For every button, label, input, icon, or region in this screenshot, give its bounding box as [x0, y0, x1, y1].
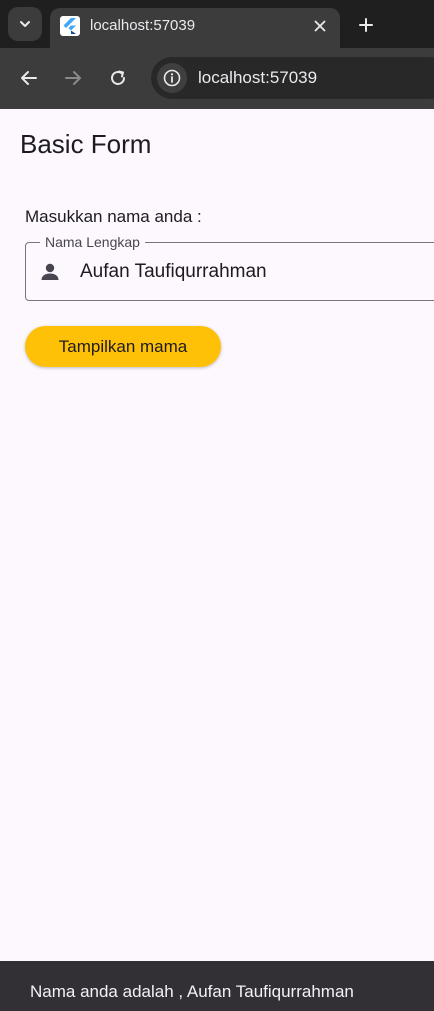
- name-field[interactable]: Nama Lengkap: [25, 234, 434, 301]
- page-title: Basic Form: [20, 129, 152, 159]
- browser-tabstrip: localhost:57039: [0, 0, 434, 48]
- back-button[interactable]: [15, 64, 43, 92]
- name-field-caption: Masukkan nama anda :: [25, 207, 202, 226]
- person-icon: [41, 263, 59, 280]
- forward-icon: [65, 71, 81, 85]
- tab-title: localhost:57039: [90, 17, 196, 34]
- snackbar: Nama anda adalah , Aufan Taufiqurrahman: [0, 961, 434, 1011]
- browser-tab-active[interactable]: localhost:57039: [50, 8, 340, 48]
- new-tab-button[interactable]: [352, 11, 380, 39]
- chevron-down-icon: [20, 21, 30, 27]
- snackbar-message: Nama anda adalah , Aufan Taufiqurrahman: [30, 982, 354, 1001]
- show-name-button[interactable]: Tampilkan mama: [25, 326, 221, 367]
- flutter-favicon-icon: [60, 16, 80, 36]
- tab-close-button[interactable]: [308, 14, 332, 38]
- plus-icon: [359, 18, 373, 32]
- info-icon: [163, 69, 181, 87]
- close-icon: [314, 20, 326, 32]
- address-bar[interactable]: localhost:57039: [151, 57, 434, 99]
- back-icon: [21, 71, 37, 85]
- url-text[interactable]: localhost:57039: [198, 68, 317, 88]
- tab-search-button[interactable]: [8, 7, 42, 41]
- site-info-button[interactable]: [157, 63, 187, 93]
- forward-button[interactable]: [59, 64, 87, 92]
- reload-icon: [111, 70, 125, 85]
- name-field-label: Nama Lengkap: [40, 234, 145, 250]
- name-input[interactable]: [80, 261, 434, 283]
- browser-toolbar: localhost:57039: [0, 48, 434, 109]
- reload-button[interactable]: [104, 64, 132, 92]
